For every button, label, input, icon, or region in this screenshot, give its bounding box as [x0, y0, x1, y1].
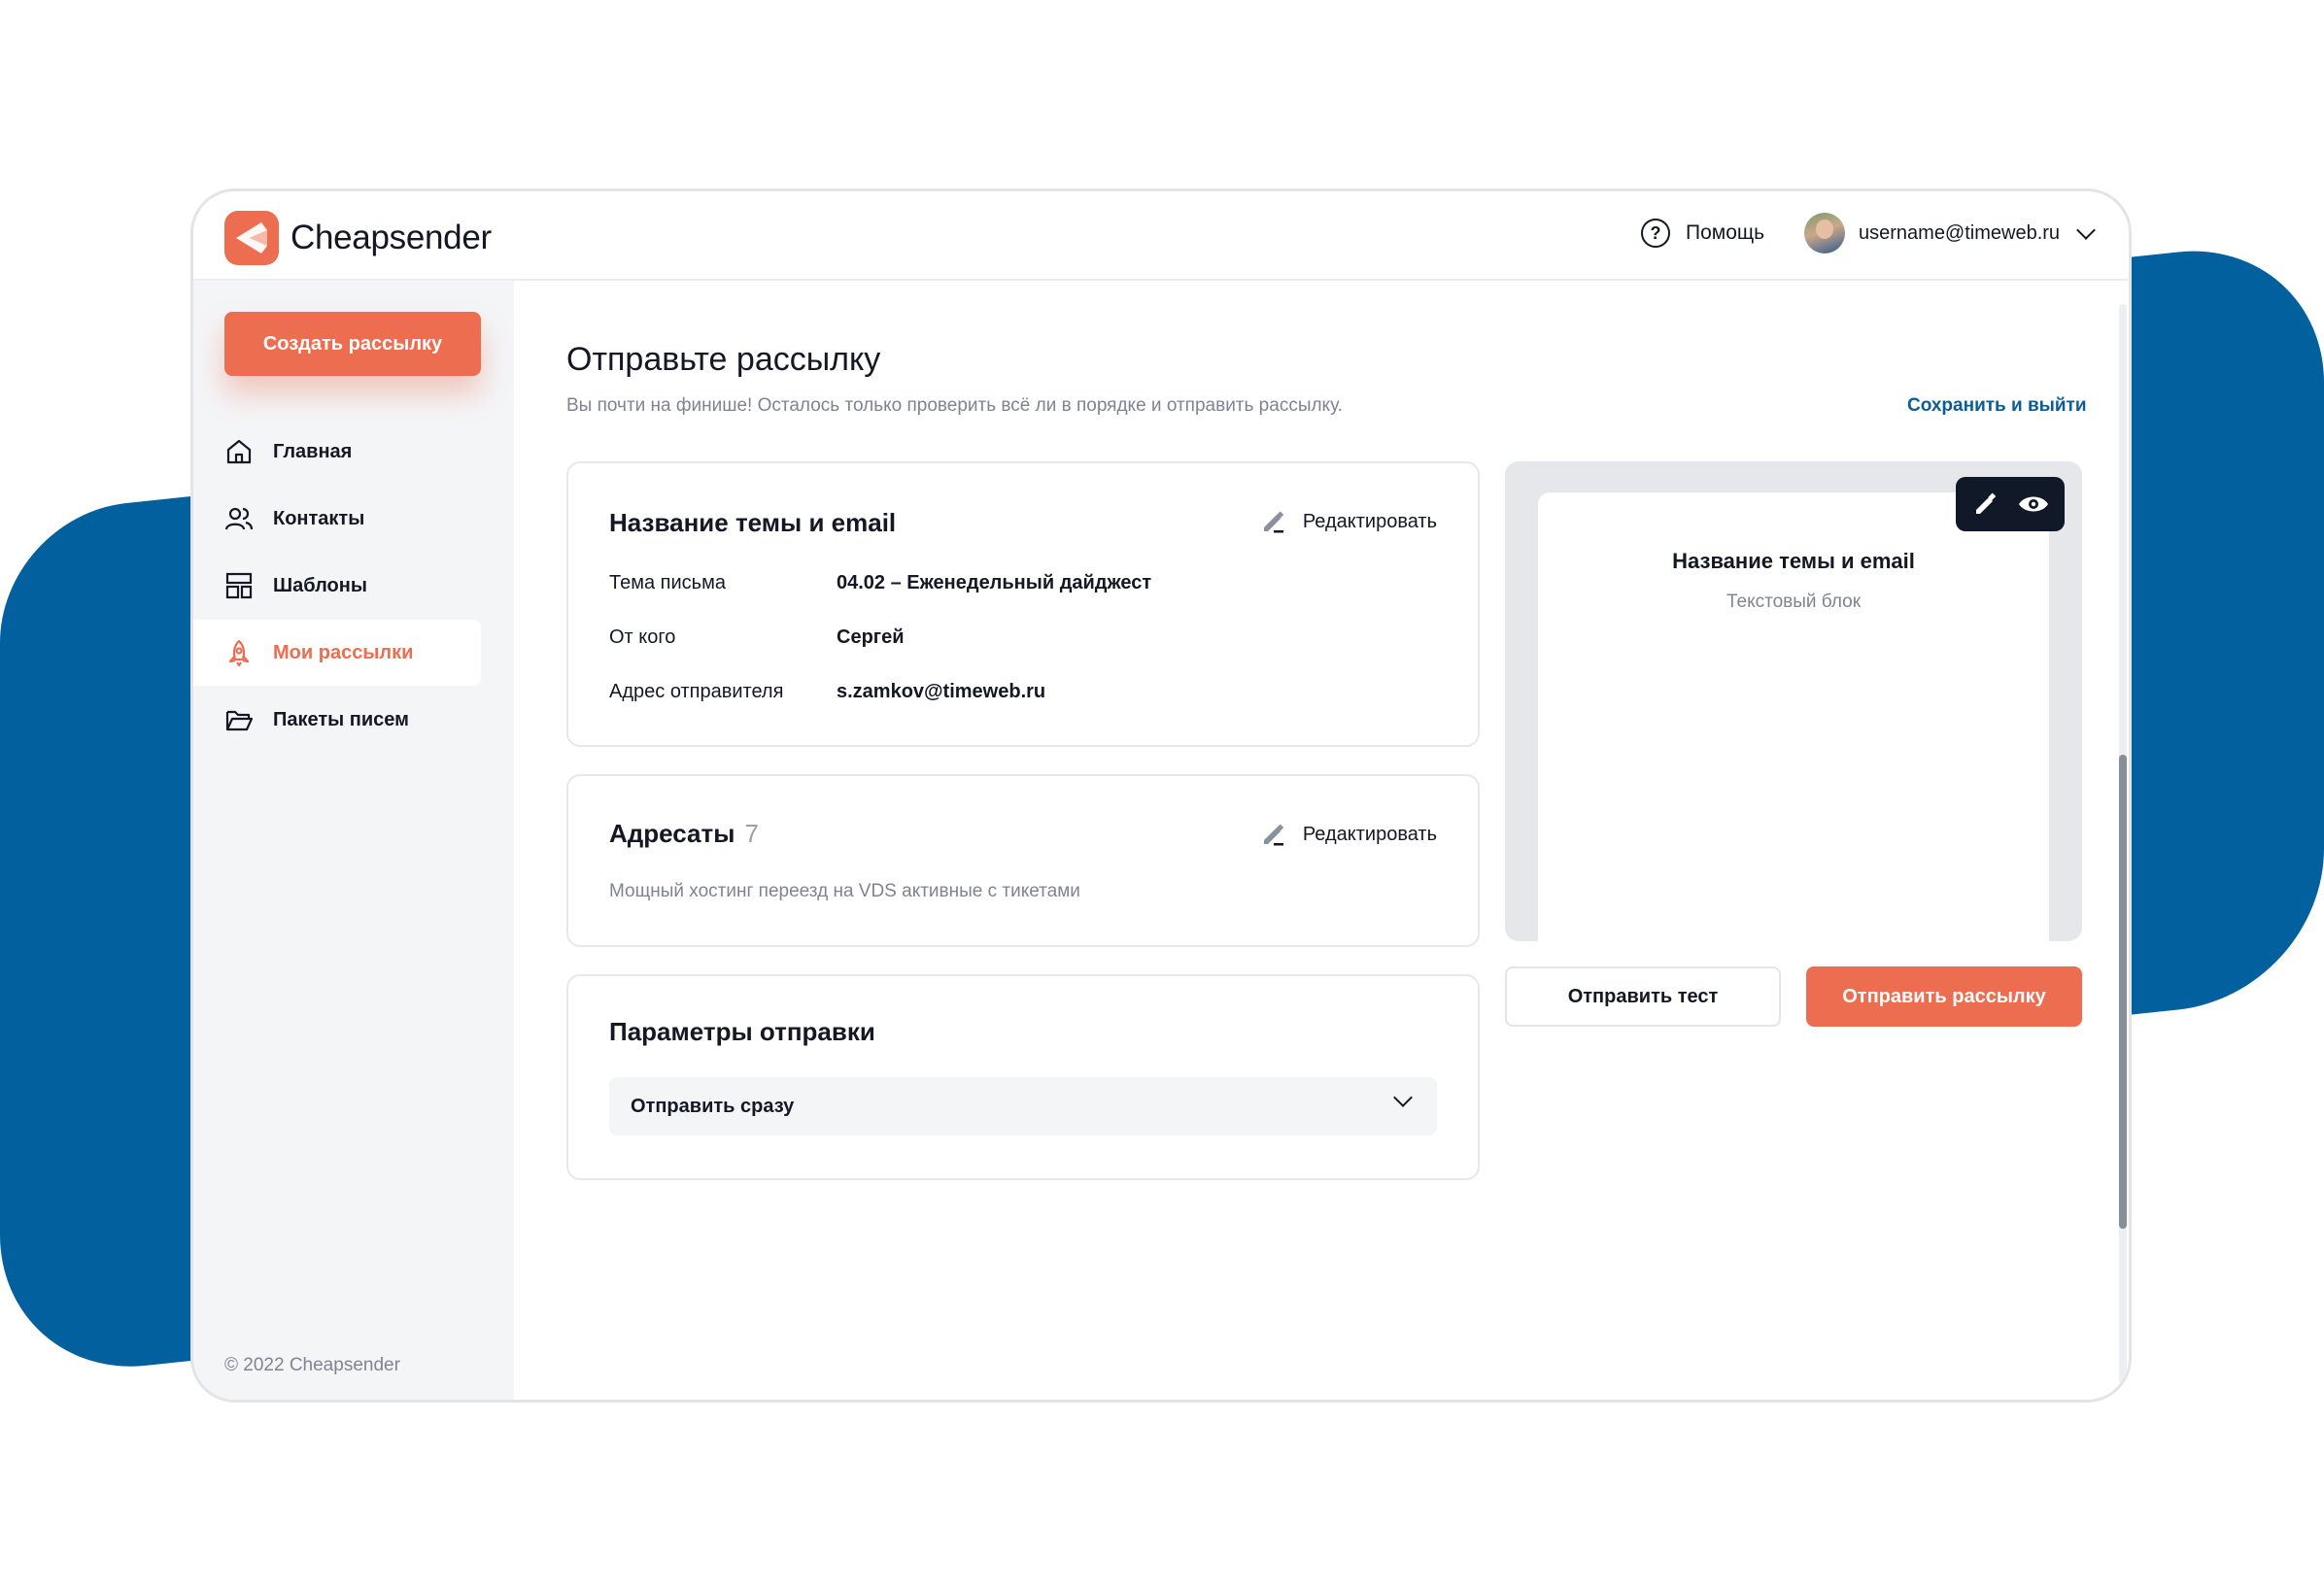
chevron-down-icon	[1393, 1088, 1413, 1107]
edit-subject-button[interactable]: Редактировать	[1260, 508, 1437, 535]
pencil-icon	[1263, 511, 1284, 533]
app-window: Cheapsender ? Помощь username@timeweb.ru…	[190, 188, 2132, 1403]
rocket-icon	[228, 639, 250, 667]
preview-text-block: Текстовый блок	[1726, 592, 1862, 612]
main-content: Отправьте рассылку Вы почти на финише! О…	[514, 281, 2129, 1400]
cheapsender-logo-icon	[224, 211, 279, 265]
templates-icon	[225, 572, 253, 599]
folder-icon	[225, 710, 254, 731]
top-header: Cheapsender ? Помощь username@timeweb.ru	[193, 191, 2129, 281]
sidebar-item-label: Главная	[273, 440, 353, 462]
email-preview: Название темы и email Текстовый блок	[1505, 461, 2082, 941]
sidebar-nav: Главная Контакты Шаблоны Мои рассылки Па…	[193, 419, 514, 754]
recipients-title: Адресаты	[609, 819, 735, 848]
sidebar-item-templates[interactable]: Шаблоны	[193, 553, 514, 619]
sidebar-item-label: Шаблоны	[273, 574, 367, 596]
pencil-icon[interactable]	[1970, 490, 1999, 519]
subject-value: 04.02 – Еженедельный дайджест	[837, 572, 1152, 593]
from-label: От кого	[609, 626, 676, 648]
sidebar-item-mail-packages[interactable]: Пакеты писем	[193, 687, 514, 753]
sidebar-item-home[interactable]: Главная	[193, 419, 514, 485]
sidebar: Создать рассылку Главная Контакты Шаблон…	[193, 281, 514, 1400]
logo[interactable]: Cheapsender	[224, 211, 492, 265]
recipients-card-title: Адресаты 7	[609, 819, 759, 849]
user-menu[interactable]: username@timeweb.ru	[1804, 213, 2096, 254]
preview-sheet: Название темы и email Текстовый блок	[1538, 492, 2049, 941]
sender-address-label: Адрес отправителя	[609, 681, 784, 702]
send-params-title: Параметры отправки	[609, 1017, 875, 1046]
recipients-card: Адресаты 7 Редактировать Мощный хостинг п…	[566, 774, 1480, 947]
copyright: © 2022 Cheapsender	[224, 1355, 400, 1375]
sidebar-item-label: Мои рассылки	[273, 641, 414, 663]
page-subtitle: Вы почти на финише! Осталось только пров…	[566, 395, 1343, 416]
subject-card: Название темы и email Редактировать Тема…	[566, 461, 1480, 747]
sender-address-value: s.zamkov@timeweb.ru	[837, 681, 1046, 702]
logo-text: Cheapsender	[290, 219, 492, 256]
send-params-card: Параметры отправки Отправить сразу	[566, 974, 1480, 1180]
eye-icon[interactable]	[2017, 490, 2050, 519]
sidebar-item-contacts[interactable]: Контакты	[193, 486, 514, 552]
preview-title: Название темы и email	[1672, 549, 1915, 573]
edit-recipients-button[interactable]: Редактировать	[1260, 821, 1437, 848]
scrollbar-thumb[interactable]	[2119, 755, 2127, 1229]
save-and-exit-link[interactable]: Сохранить и выйти	[1907, 395, 2087, 417]
from-value: Сергей	[837, 626, 905, 648]
preview-toolbar	[1956, 477, 2065, 531]
subject-label: Тема письма	[609, 572, 726, 593]
page-title: Отправьте рассылку	[566, 341, 881, 378]
send-test-button[interactable]: Отправить тест	[1505, 966, 1781, 1027]
sidebar-item-my-campaigns[interactable]: Мои рассылки	[193, 620, 481, 686]
user-email: username@timeweb.ru	[1859, 221, 2061, 244]
send-time-select[interactable]: Отправить сразу	[609, 1077, 1437, 1135]
help-label: Помощь	[1686, 221, 1765, 244]
sidebar-item-label: Пакеты писем	[273, 708, 409, 730]
help-link[interactable]: ? Помощь	[1641, 219, 1764, 248]
avatar	[1804, 213, 1845, 254]
create-campaign-button[interactable]: Создать рассылку	[224, 312, 481, 376]
edit-label: Редактировать	[1302, 510, 1437, 532]
chevron-down-icon	[2076, 220, 2096, 240]
scrollbar[interactable]	[2119, 304, 2127, 1384]
pencil-icon	[1263, 824, 1284, 846]
question-icon: ?	[1641, 219, 1670, 248]
subject-card-title: Название темы и email	[609, 508, 897, 537]
recipients-description: Мощный хостинг переезд на VDS активные с…	[609, 881, 1080, 901]
sidebar-item-label: Контакты	[273, 507, 365, 529]
send-campaign-button[interactable]: Отправить рассылку	[1806, 966, 2082, 1027]
home-icon	[226, 439, 252, 464]
contacts-icon	[224, 507, 254, 530]
send-time-value: Отправить сразу	[631, 1095, 795, 1117]
recipients-count: 7	[744, 819, 759, 848]
edit-label: Редактировать	[1302, 823, 1437, 845]
